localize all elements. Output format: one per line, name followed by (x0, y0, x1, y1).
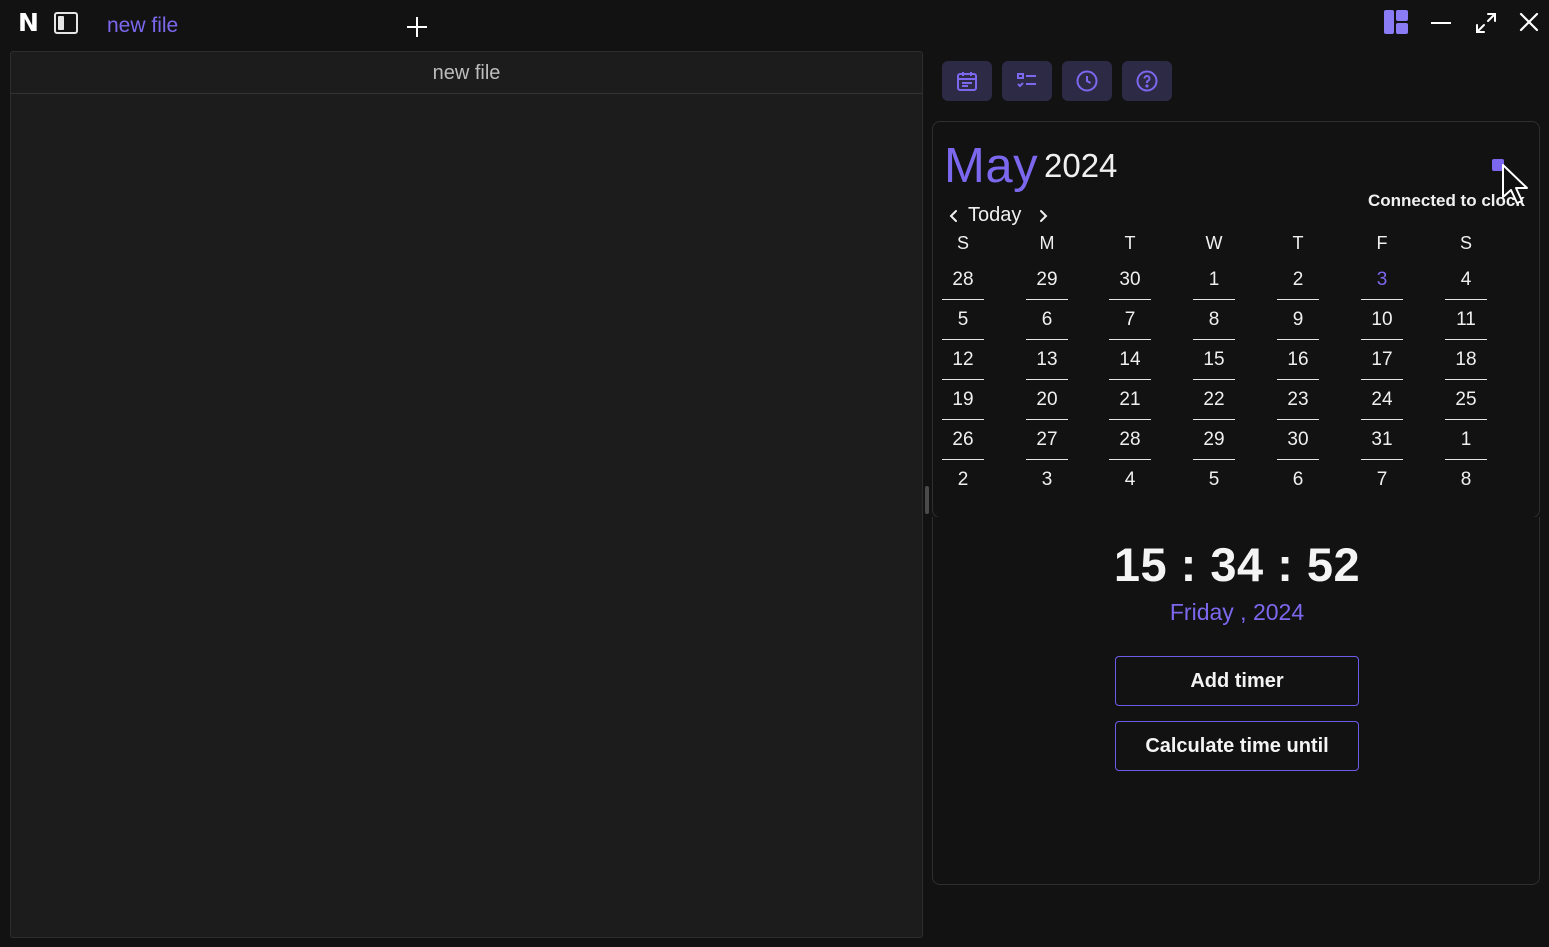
app-logo: N (18, 8, 39, 37)
add-timer-button[interactable]: Add timer (1115, 656, 1359, 706)
maximize-icon[interactable] (1474, 11, 1498, 35)
clock-date: Friday , 2024 (1169, 599, 1305, 625)
calendar-icon (957, 72, 977, 91)
clock-card: 15 : 34 : 52 Friday , 2024 Add timer Cal… (932, 517, 1540, 885)
calendar-day[interactable]: 8 (1445, 468, 1487, 500)
close-icon[interactable] (1518, 11, 1540, 33)
calendar-day[interactable]: 12 (942, 348, 984, 380)
calendar-day[interactable]: 18 (1445, 348, 1487, 380)
calendar-day[interactable]: 28 (1109, 428, 1151, 460)
calendar-day[interactable]: 20 (1026, 388, 1068, 420)
checklist-tool-button[interactable] (1002, 61, 1052, 101)
calendar-day[interactable]: 29 (1193, 428, 1235, 460)
calendar-tool-button[interactable] (942, 61, 992, 101)
calculate-time-until-button[interactable]: Calculate time until (1115, 721, 1359, 771)
calendar-day[interactable]: 27 (1026, 428, 1068, 460)
checklist-icon (1017, 73, 1036, 88)
calendar-day[interactable]: 6 (1277, 468, 1319, 500)
calendar-day[interactable]: 28 (942, 268, 984, 300)
calendar-day[interactable]: 29 (1026, 268, 1068, 300)
editor-pane[interactable]: new file (10, 51, 923, 938)
title-bar: N new file (0, 0, 1549, 50)
clock-connection-toggle[interactable] (1492, 159, 1504, 171)
clock-icon (1076, 70, 1098, 92)
chevron-left-icon[interactable] (945, 205, 963, 227)
calendar-day[interactable]: 5 (1193, 468, 1235, 500)
plus-icon[interactable] (402, 12, 432, 42)
weekday-label: F (1376, 233, 1388, 253)
pane-splitter-handle[interactable] (925, 486, 929, 514)
calendar-card: May 2024 Connected to clock Today SMTWTF… (932, 121, 1540, 518)
calendar-day[interactable]: 22 (1193, 388, 1235, 420)
weekday-label: S (956, 233, 969, 253)
calendar-day[interactable]: 31 (1361, 428, 1403, 460)
calendar-day[interactable]: 1 (1193, 268, 1235, 300)
calendar-day[interactable]: 1 (1445, 428, 1487, 460)
tab-new-file[interactable]: new file (107, 14, 178, 38)
calendar-day[interactable]: 10 (1361, 308, 1403, 340)
calendar-day[interactable]: 19 (942, 388, 984, 420)
calendar-day[interactable]: 5 (942, 308, 984, 340)
calendar-day[interactable]: 30 (1277, 428, 1319, 460)
minimize-icon[interactable] (1430, 12, 1452, 34)
calendar-day[interactable]: 17 (1361, 348, 1403, 380)
today-button[interactable]: Today (968, 204, 1021, 227)
chevron-right-icon[interactable] (1034, 205, 1052, 227)
calendar-day[interactable]: 30 (1109, 268, 1151, 300)
calendar-day[interactable]: 7 (1361, 468, 1403, 500)
calendar-day[interactable]: 13 (1026, 348, 1068, 380)
layout-grid-icon[interactable] (1384, 10, 1408, 34)
calendar-day[interactable]: 24 (1361, 388, 1403, 420)
weekday-label: W (1205, 233, 1223, 253)
calendar-day[interactable]: 3 (1361, 268, 1403, 300)
calendar-day[interactable]: 4 (1445, 268, 1487, 300)
calendar-day[interactable]: 6 (1026, 308, 1068, 340)
clock-time: 15 : 34 : 52 (1113, 538, 1361, 591)
calendar-day[interactable]: 16 (1277, 348, 1319, 380)
calendar-day[interactable]: 2 (942, 468, 984, 500)
calendar-day[interactable]: 3 (1026, 468, 1068, 500)
calendar-day[interactable]: 26 (942, 428, 984, 460)
calendar-day[interactable]: 14 (1109, 348, 1151, 380)
calendar-day[interactable]: 23 (1277, 388, 1319, 420)
calendar-day[interactable]: 21 (1109, 388, 1151, 420)
app-window: N new file new file May 2024 Connected t… (0, 0, 1549, 947)
calendar-day[interactable]: 25 (1445, 388, 1487, 420)
calendar-day[interactable]: 4 (1109, 468, 1151, 500)
help-icon (1136, 70, 1158, 92)
sidebar-toggle-icon[interactable] (54, 12, 78, 34)
weekday-label: T (1292, 233, 1304, 253)
calendar-month: May (944, 139, 1039, 193)
weekday-label: M (1039, 233, 1055, 253)
calendar-day[interactable]: 9 (1277, 308, 1319, 340)
editor-title: new file (11, 52, 922, 94)
calendar-year: 2024 (1044, 147, 1118, 184)
calendar-day[interactable]: 15 (1193, 348, 1235, 380)
connection-status: Connected to clock (1368, 191, 1525, 210)
calendar-day[interactable]: 8 (1193, 308, 1235, 340)
help-tool-button[interactable] (1122, 61, 1172, 101)
weekday-label: T (1124, 233, 1136, 253)
weekday-label: S (1459, 233, 1472, 253)
clock-tool-button[interactable] (1062, 61, 1112, 101)
calendar-day[interactable]: 11 (1445, 308, 1487, 340)
calendar-day[interactable]: 2 (1277, 268, 1319, 300)
calendar-day[interactable]: 7 (1109, 308, 1151, 340)
